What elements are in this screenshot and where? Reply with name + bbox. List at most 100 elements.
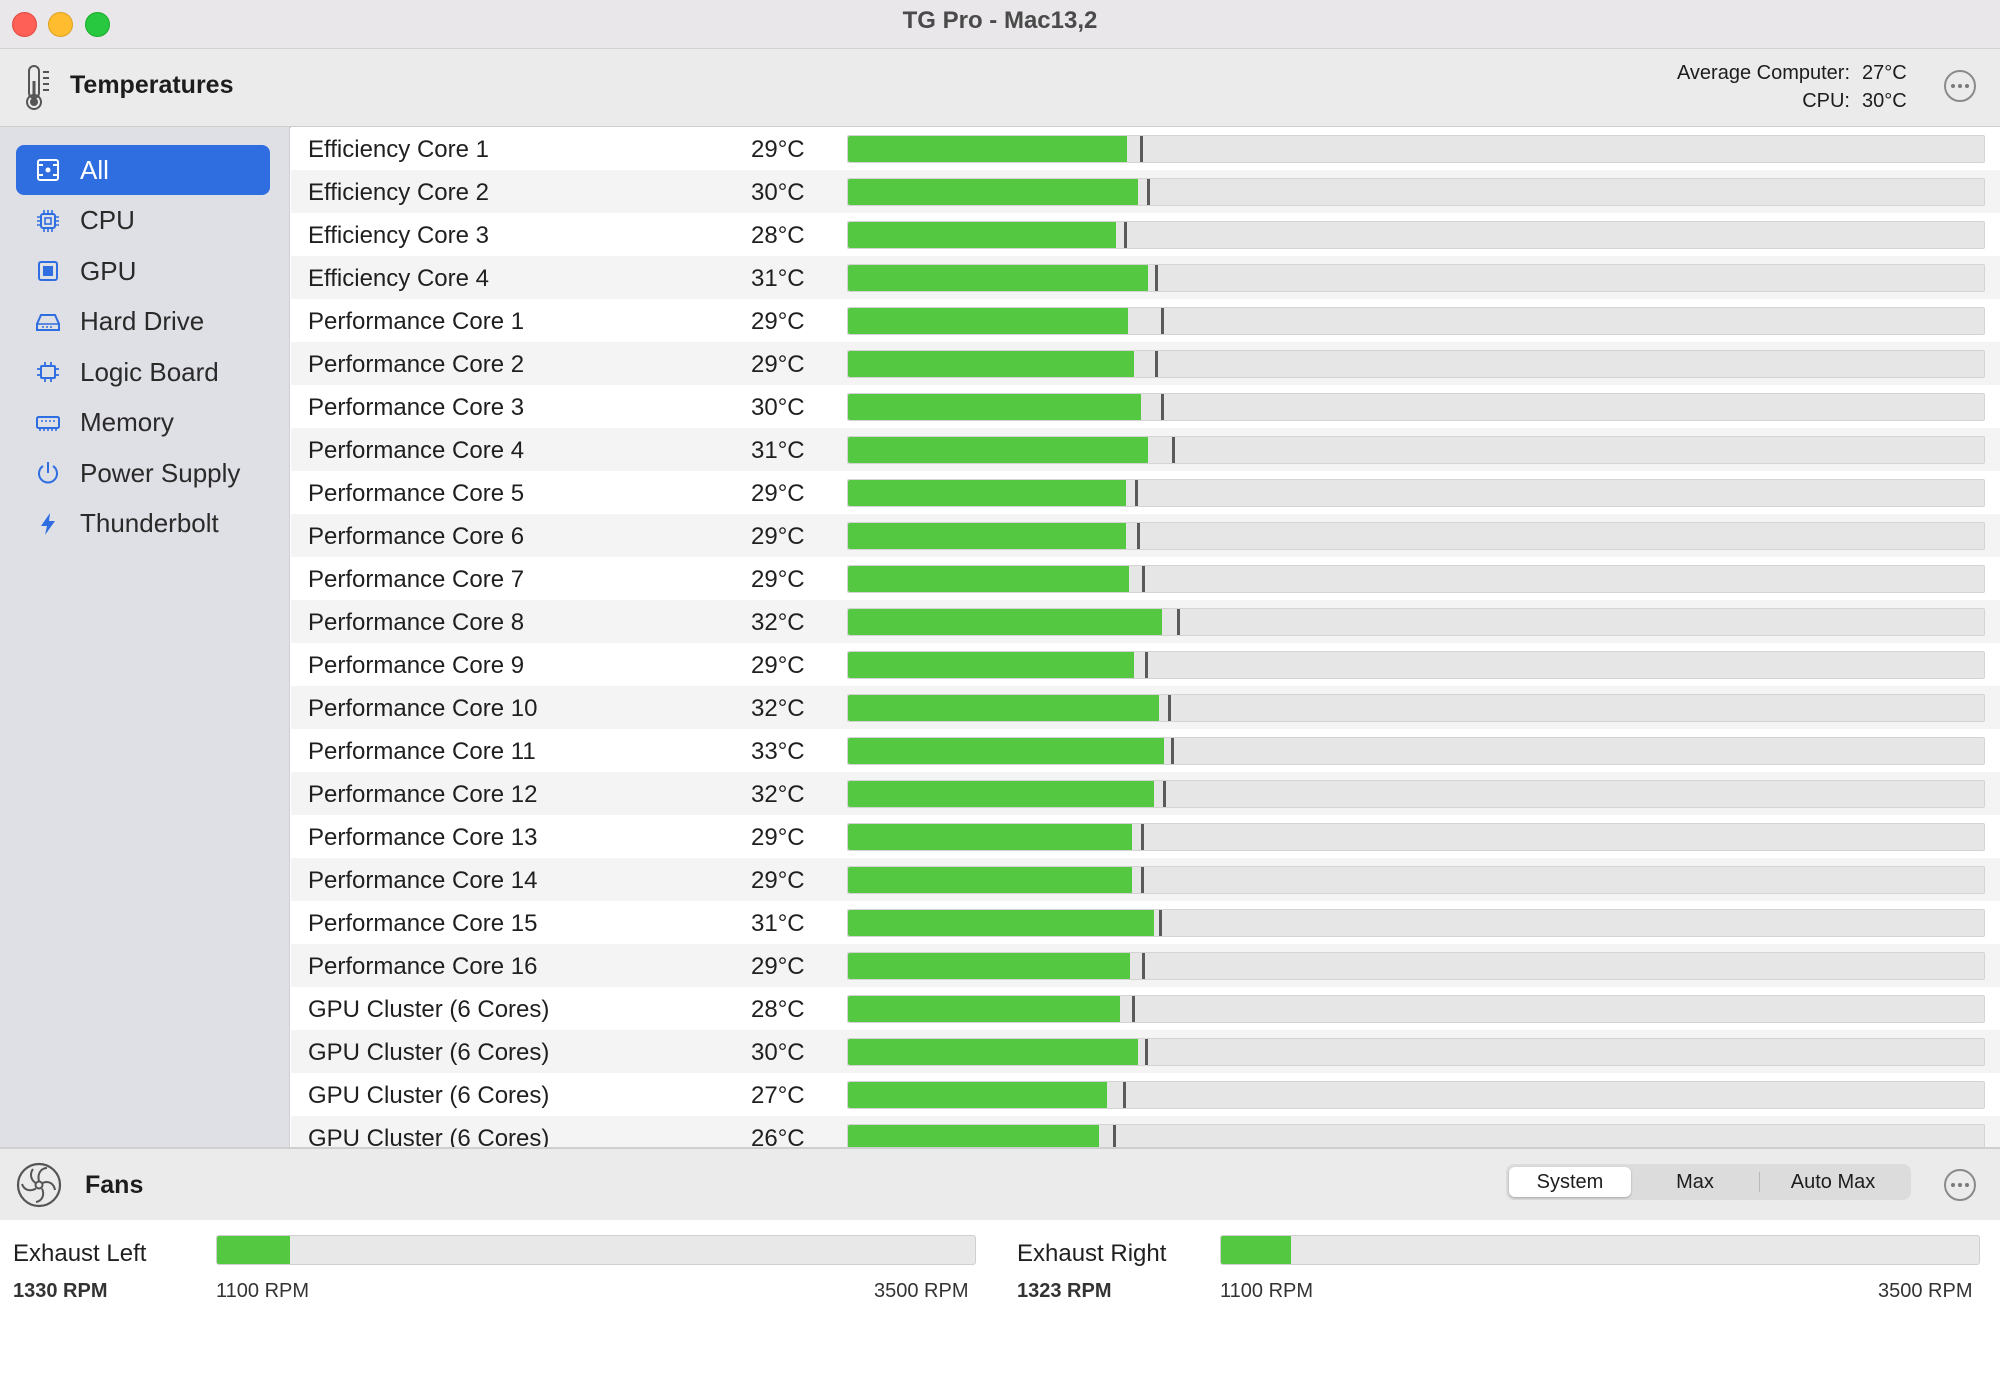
sensor-list[interactable]: Efficiency Core 1 29°C Efficiency Core 2 30… xyxy=(291,127,2000,1147)
temperature-max-marker xyxy=(1124,222,1128,248)
cpu-average-label: CPU: xyxy=(1802,90,1850,112)
sensor-row[interactable]: Performance Core 1 29°C xyxy=(291,299,2000,342)
temperature-bar-fill xyxy=(848,523,1127,549)
temperature-bar-fill xyxy=(848,1082,1108,1108)
sensor-row[interactable]: Performance Core 10 32°C xyxy=(291,686,2000,729)
temperature-bar xyxy=(847,350,1985,378)
sidebar-item-memory[interactable]: Memory xyxy=(16,398,270,448)
sensor-name: Performance Core 11 xyxy=(308,738,536,765)
sidebar-item-hard-drive[interactable]: Hard Drive xyxy=(16,297,270,347)
fan-mode-max-button[interactable]: Max xyxy=(1631,1167,1759,1197)
sensor-name: Performance Core 2 xyxy=(308,351,525,378)
sensor-row[interactable]: Efficiency Core 3 28°C xyxy=(291,213,2000,256)
sensor-row[interactable]: GPU Cluster (6 Cores) 28°C xyxy=(291,987,2000,1030)
temperature-bar-fill xyxy=(848,867,1132,893)
gpu-chip-icon xyxy=(34,257,62,285)
sensor-row[interactable]: GPU Cluster (6 Cores) 30°C xyxy=(291,1030,2000,1073)
power-icon xyxy=(34,459,62,487)
temperatures-title: Temperatures xyxy=(70,71,234,99)
sidebar-item-power-supply[interactable]: Power Supply xyxy=(16,448,270,498)
sensor-name: Performance Core 16 xyxy=(308,953,538,980)
temperature-max-marker xyxy=(1167,695,1171,721)
sensor-row[interactable]: Efficiency Core 2 30°C xyxy=(291,170,2000,213)
sensor-row[interactable]: Performance Core 12 32°C xyxy=(291,772,2000,815)
temperatures-more-button[interactable] xyxy=(1944,70,1976,102)
fans-more-button[interactable] xyxy=(1944,1169,1976,1201)
sensor-row[interactable]: Efficiency Core 1 29°C xyxy=(291,127,2000,170)
sidebar-item-label: Power Supply xyxy=(80,457,241,488)
sensor-row[interactable]: Performance Core 2 29°C xyxy=(291,342,2000,385)
hard-drive-icon xyxy=(34,308,62,336)
sensor-row[interactable]: Performance Core 13 29°C xyxy=(291,815,2000,858)
temperature-max-marker xyxy=(1136,523,1140,549)
temperature-max-marker xyxy=(1113,1125,1117,1147)
fan-item: Exhaust Left 1330 RPM 1100 RPM 3500 RPM xyxy=(0,1220,980,1340)
sidebar-item-cpu[interactable]: CPU xyxy=(16,196,270,246)
temperature-bar xyxy=(847,135,1985,163)
sensor-temperature: 29°C xyxy=(751,351,805,378)
sensor-row[interactable]: GPU Cluster (6 Cores) 26°C xyxy=(291,1116,2000,1147)
window-title: TG Pro - Mac13,2 xyxy=(902,7,1098,34)
sensor-row[interactable]: GPU Cluster (6 Cores) 27°C xyxy=(291,1073,2000,1116)
sensor-temperature: 30°C xyxy=(751,179,805,206)
sensor-name: Efficiency Core 4 xyxy=(308,265,489,292)
sidebar-item-label: GPU xyxy=(80,255,137,286)
sidebar-item-logic-board[interactable]: Logic Board xyxy=(16,347,270,397)
sensor-row[interactable]: Performance Core 3 30°C xyxy=(291,385,2000,428)
temperature-bar xyxy=(847,178,1985,206)
temperature-bar xyxy=(847,522,1985,550)
temperature-max-marker xyxy=(1177,609,1181,635)
temperature-bar-fill xyxy=(848,351,1134,377)
sensor-name: Performance Core 12 xyxy=(308,781,538,808)
temperature-bar-fill xyxy=(848,781,1154,807)
temperature-bar xyxy=(847,1124,1985,1147)
temperature-bar xyxy=(847,393,1985,421)
more-dot-icon xyxy=(1958,1183,1962,1187)
cpu-average-value: 30°C xyxy=(1862,90,1907,112)
sensor-temperature: 30°C xyxy=(751,394,805,421)
fan-mode-segmented-control: System Max Auto Max xyxy=(1506,1164,1911,1200)
sensor-row[interactable]: Efficiency Core 4 31°C xyxy=(291,256,2000,299)
temperature-bar xyxy=(847,221,1985,249)
sensor-temperature: 29°C xyxy=(751,824,805,851)
sidebar-item-label: CPU xyxy=(80,205,135,235)
all-sensors-icon xyxy=(34,156,62,184)
sensor-temperature: 32°C xyxy=(751,695,805,722)
temperature-bar-fill xyxy=(848,652,1134,678)
temperature-bar-fill xyxy=(848,480,1127,506)
fan-mode-system-button[interactable]: System xyxy=(1509,1167,1631,1197)
sidebar-item-all[interactable]: All xyxy=(16,145,270,195)
fan-mode-auto-max-button[interactable]: Auto Max xyxy=(1760,1167,1906,1197)
temperature-bar-fill xyxy=(848,695,1159,721)
sidebar-item-gpu[interactable]: GPU xyxy=(16,246,270,296)
sidebar-item-thunderbolt[interactable]: Thunderbolt xyxy=(16,499,270,549)
fan-current-rpm: 1330 RPM xyxy=(13,1280,108,1302)
sensor-row[interactable]: Performance Core 5 29°C xyxy=(291,471,2000,514)
sensor-row[interactable]: Performance Core 15 31°C xyxy=(291,901,2000,944)
sensor-row[interactable]: Performance Core 7 29°C xyxy=(291,557,2000,600)
temperature-max-marker xyxy=(1161,308,1165,334)
sensor-name: GPU Cluster (6 Cores) xyxy=(308,996,550,1023)
temperature-bar-fill xyxy=(848,1039,1138,1065)
fan-max-rpm: 3500 RPM xyxy=(1878,1280,1973,1302)
temperature-bar-fill xyxy=(848,222,1116,248)
sensor-row[interactable]: Performance Core 16 29°C xyxy=(291,944,2000,987)
temperature-bar xyxy=(847,479,1985,507)
temperature-bar-fill xyxy=(848,265,1149,291)
fans-header: Fans System Max Auto Max xyxy=(0,1147,2000,1222)
sensor-row[interactable]: Performance Core 14 29°C xyxy=(291,858,2000,901)
more-dot-icon xyxy=(1965,1183,1969,1187)
sensor-row[interactable]: Performance Core 8 32°C xyxy=(291,600,2000,643)
sidebar-item-label: Logic Board xyxy=(80,356,219,387)
temperature-max-marker xyxy=(1145,1039,1149,1065)
fan-min-rpm: 1100 RPM xyxy=(1220,1280,1314,1302)
fan-max-rpm: 3500 RPM xyxy=(874,1280,969,1302)
sensor-row[interactable]: Performance Core 6 29°C xyxy=(291,514,2000,557)
sensor-row[interactable]: Performance Core 4 31°C xyxy=(291,428,2000,471)
temperature-bar xyxy=(847,866,1985,894)
sensor-row[interactable]: Performance Core 11 33°C xyxy=(291,729,2000,772)
sensor-name: Performance Core 10 xyxy=(308,695,538,722)
sensor-row[interactable]: Performance Core 9 29°C xyxy=(291,643,2000,686)
sensor-name: Performance Core 4 xyxy=(308,437,525,464)
sensor-name: Performance Core 5 xyxy=(308,480,525,507)
